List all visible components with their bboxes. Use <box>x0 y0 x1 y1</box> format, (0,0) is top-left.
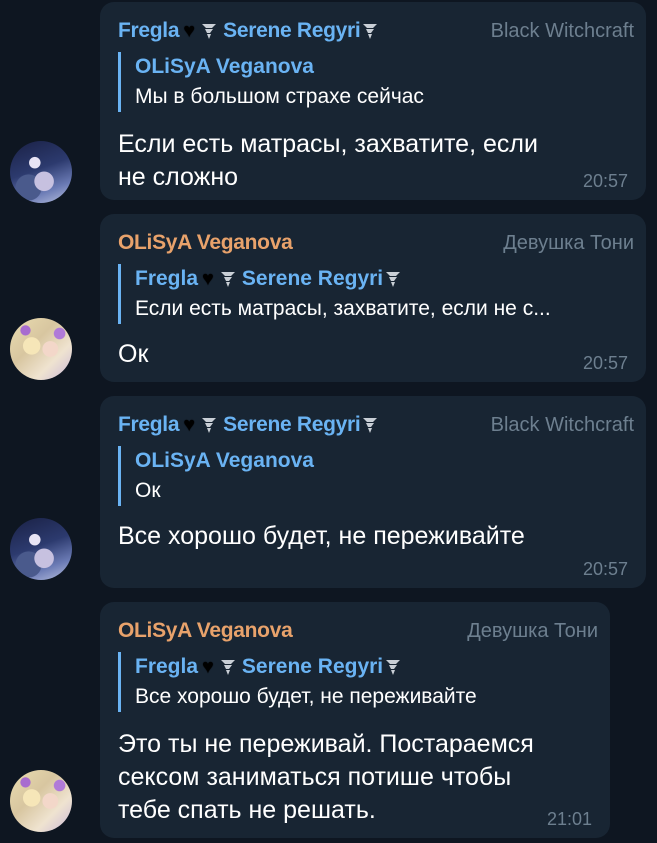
tornado-icon <box>386 660 401 675</box>
message-header: OLiSyA Veganova Девушка Тони <box>118 228 634 258</box>
message-time: 20:57 <box>582 353 628 373</box>
message-bubble[interactable]: OLiSyA Veganova Девушка Тони Fregla ♥ Se… <box>100 214 646 382</box>
message-bubble[interactable]: OLiSyA Veganova Девушка Тони Fregla ♥ Se… <box>100 602 610 838</box>
message-text: Если есть матрасы, захватите, если не сл… <box>118 128 538 194</box>
reply-sender-name: Fregla <box>135 655 199 678</box>
message-time: 20:57 <box>582 559 628 579</box>
reply-text: Ок <box>135 479 161 502</box>
avatar[interactable] <box>10 141 72 203</box>
reply-text: Мы в большом страхе сейчас <box>135 85 424 108</box>
message-text: Это ты не переживай. Постараемся сексом … <box>118 728 534 827</box>
message-time: 21:01 <box>546 809 592 829</box>
member-role: Black Witchcraft <box>490 414 634 436</box>
message-header: Fregla ♥ Serene Regyri Black Witchcraft <box>118 410 634 440</box>
tornado-icon <box>220 660 235 675</box>
message-text: Ок <box>118 338 148 371</box>
message-text-line: Все хорошо будет, не переживайте <box>118 522 525 550</box>
message-text: Все хорошо будет, не переживайте <box>118 520 525 553</box>
message-bubble[interactable]: Fregla ♥ Serene Regyri Black Witchcraft … <box>100 2 646 200</box>
tornado-icon <box>202 418 217 433</box>
message-header: OLiSyA Veganova Девушка Тони <box>118 616 598 646</box>
reply-sender-suffix: Serene Regyri <box>241 655 384 678</box>
message-header: Fregla ♥ Serene Regyri Black Witchcraft <box>118 16 634 46</box>
reply-sender-suffix: Serene Regyri <box>241 267 384 290</box>
message-bubble[interactable]: Fregla ♥ Serene Regyri Black Witchcraft … <box>100 396 646 588</box>
sender-name[interactable]: Fregla <box>118 413 180 437</box>
message-text-line: сексом заниматься потише чтобы <box>118 763 512 791</box>
black-heart-icon: ♥ <box>183 413 196 436</box>
tornado-icon <box>363 418 378 433</box>
black-heart-icon: ♥ <box>202 656 214 678</box>
member-role: Девушка Тони <box>467 620 598 642</box>
black-heart-icon: ♥ <box>183 19 196 42</box>
reply-sender: Fregla ♥ Serene Regyri <box>135 264 628 294</box>
reply-sender: OLiSyA Veganova <box>135 55 314 78</box>
reply-quote[interactable]: OLiSyA Veganova Мы в большом страхе сейч… <box>118 52 628 112</box>
reply-sender-name: Fregla <box>135 267 199 290</box>
message-text-line: Если есть матрасы, захватите, если <box>118 130 538 158</box>
message-text-line: не сложно <box>118 163 239 191</box>
sender-name-suffix[interactable]: Serene Regyri <box>223 413 361 437</box>
tornado-icon <box>386 272 401 287</box>
avatar[interactable] <box>10 318 72 380</box>
message-text-line: Ок <box>118 340 149 368</box>
reply-quote[interactable]: Fregla ♥ Serene Regyri Все хорошо будет,… <box>118 652 592 712</box>
chat-history: Fregla ♥ Serene Regyri Black Witchcraft … <box>0 0 657 843</box>
sender-name-suffix[interactable]: Serene Regyri <box>223 19 361 43</box>
sender-name[interactable]: Fregla <box>118 19 180 43</box>
reply-text: Если есть матрасы, захватите, если не с.… <box>135 297 551 320</box>
reply-sender: Fregla ♥ Serene Regyri <box>135 652 592 682</box>
avatar[interactable] <box>10 770 72 832</box>
message-text-line: Это ты не переживай. Постараемся <box>118 730 534 758</box>
sender-name[interactable]: OLiSyA Veganova <box>118 619 293 643</box>
member-role: Девушка Тони <box>503 232 634 254</box>
sender-name[interactable]: OLiSyA Veganova <box>118 231 293 255</box>
message-text-line: тебе спать не решать. <box>118 796 376 824</box>
avatar[interactable] <box>10 518 72 580</box>
member-role: Black Witchcraft <box>490 20 634 42</box>
black-heart-icon: ♥ <box>202 268 214 290</box>
reply-sender: OLiSyA Veganova <box>135 449 314 472</box>
tornado-icon <box>363 24 378 39</box>
reply-quote[interactable]: Fregla ♥ Serene Regyri Если есть матрасы… <box>118 264 628 324</box>
message-time: 20:57 <box>582 171 628 191</box>
reply-text: Все хорошо будет, не переживайте <box>135 685 477 708</box>
tornado-icon <box>220 272 235 287</box>
tornado-icon <box>202 24 217 39</box>
reply-quote[interactable]: OLiSyA Veganova Ок <box>118 446 628 506</box>
